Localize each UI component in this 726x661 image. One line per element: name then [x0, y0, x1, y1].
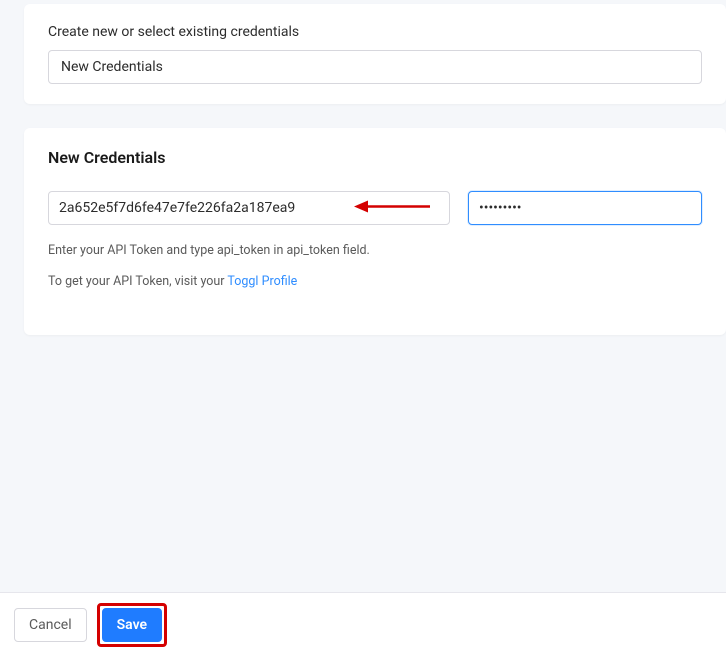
footer-bar: Cancel Save: [0, 592, 726, 661]
helper-text-2: To get your API Token, visit your Toggl …: [48, 274, 702, 289]
credentials-select[interactable]: New Credentials: [48, 50, 702, 84]
toggl-profile-link[interactable]: Toggl Profile: [227, 274, 297, 289]
credentials-inputs-row: [48, 191, 702, 225]
new-credentials-panel: New Credentials Enter your API Token and…: [24, 128, 726, 335]
credentials-selector-panel: Create new or select existing credential…: [24, 4, 726, 104]
save-button[interactable]: Save: [102, 608, 162, 642]
selector-label: Create new or select existing credential…: [48, 24, 702, 40]
api-token-wrap: [48, 191, 450, 225]
api-token-input[interactable]: [48, 191, 450, 225]
api-password-input[interactable]: [468, 191, 702, 225]
cancel-button[interactable]: Cancel: [14, 608, 87, 642]
save-highlight-annotation: Save: [97, 603, 167, 647]
helper-text-2-prefix: To get your API Token, visit your: [48, 274, 227, 289]
credentials-select-value: New Credentials: [61, 59, 163, 75]
api-password-wrap: [468, 191, 702, 225]
helper-text-1: Enter your API Token and type api_token …: [48, 243, 702, 258]
section-title: New Credentials: [48, 148, 702, 167]
